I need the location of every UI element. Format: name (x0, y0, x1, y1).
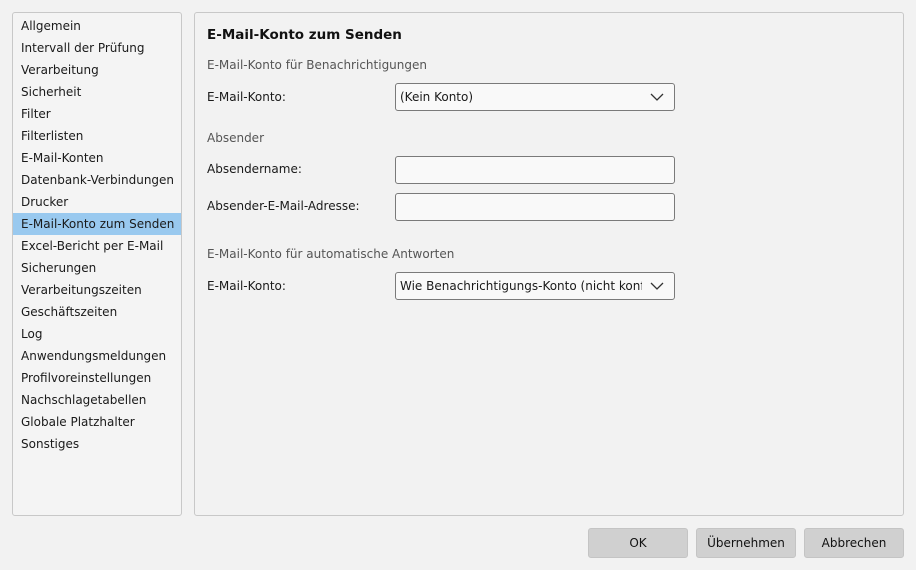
chevron-down-icon (650, 282, 664, 290)
notifications-account-value: (Kein Konto) (400, 90, 474, 104)
nav-item-sicherungen[interactable]: Sicherungen (13, 257, 181, 279)
cancel-button[interactable]: Abbrechen (804, 528, 904, 558)
nav-item-anwendungsmeldungen[interactable]: Anwendungsmeldungen (13, 345, 181, 367)
nav-item-filterlisten[interactable]: Filterlisten (13, 125, 181, 147)
auto-reply-account-label: E-Mail-Konto: (207, 279, 286, 293)
auto-reply-section-heading: E-Mail-Konto für automatische Antworten (207, 247, 455, 261)
ok-button[interactable]: OK (588, 528, 688, 558)
auto-reply-account-dropdown[interactable]: Wie Benachrichtigungs-Konto (nicht konfi… (395, 272, 675, 300)
nav-item-sonstiges[interactable]: Sonstiges (13, 433, 181, 455)
notifications-section-heading: E-Mail-Konto für Benachrichtigungen (207, 58, 427, 72)
nav-item-globale-platzhalter[interactable]: Globale Platzhalter (13, 411, 181, 433)
notifications-account-label: E-Mail-Konto: (207, 90, 286, 104)
sender-section-heading: Absender (207, 131, 264, 145)
auto-reply-account-value: Wie Benachrichtigungs-Konto (nicht konfi… (400, 279, 642, 293)
nav-item-filter[interactable]: Filter (13, 103, 181, 125)
sender-name-label: Absendername: (207, 162, 302, 176)
nav-item-intervall[interactable]: Intervall der Prüfung (13, 37, 181, 59)
nav-item-log[interactable]: Log (13, 323, 181, 345)
nav-item-excel-bericht[interactable]: Excel-Bericht per E-Mail (13, 235, 181, 257)
sender-email-label: Absender-E-Mail-Adresse: (207, 199, 360, 213)
chevron-down-icon (650, 93, 664, 101)
sender-email-input[interactable] (395, 193, 675, 221)
notifications-account-dropdown[interactable]: (Kein Konto) (395, 83, 675, 111)
settings-nav: Allgemein Intervall der Prüfung Verarbei… (12, 12, 182, 516)
page-title: E-Mail-Konto zum Senden (207, 27, 402, 43)
nav-item-datenbank[interactable]: Datenbank-Verbindungen (13, 169, 181, 191)
nav-item-email-senden[interactable]: E-Mail-Konto zum Senden (13, 213, 181, 235)
nav-item-sicherheit[interactable]: Sicherheit (13, 81, 181, 103)
apply-button[interactable]: Übernehmen (696, 528, 796, 558)
settings-panel: E-Mail-Konto zum Senden E-Mail-Konto für… (194, 12, 904, 516)
nav-item-geschaeftszeiten[interactable]: Geschäftszeiten (13, 301, 181, 323)
nav-item-nachschlagetabellen[interactable]: Nachschlagetabellen (13, 389, 181, 411)
nav-item-verarbeitung[interactable]: Verarbeitung (13, 59, 181, 81)
sender-name-input[interactable] (395, 156, 675, 184)
nav-item-profilvoreinstellungen[interactable]: Profilvoreinstellungen (13, 367, 181, 389)
nav-item-email-konten[interactable]: E-Mail-Konten (13, 147, 181, 169)
nav-item-verarbeitungszeiten[interactable]: Verarbeitungszeiten (13, 279, 181, 301)
nav-item-allgemein[interactable]: Allgemein (13, 15, 181, 37)
nav-item-drucker[interactable]: Drucker (13, 191, 181, 213)
